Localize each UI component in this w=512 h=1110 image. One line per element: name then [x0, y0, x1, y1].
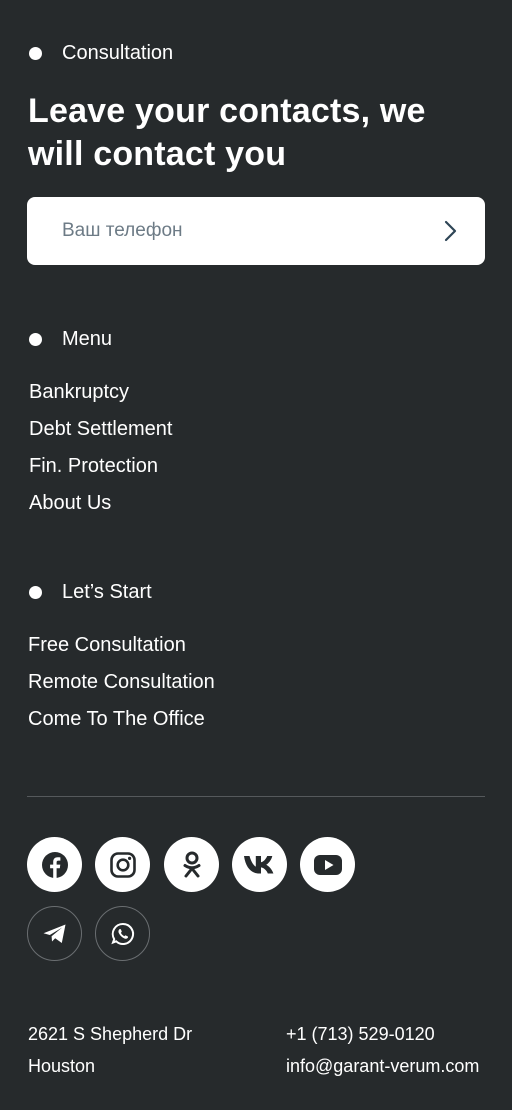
start-list: Free Consultation Remote Consultation Co…	[28, 627, 215, 738]
menu-item-bankruptcy[interactable]: Bankruptcy	[29, 374, 172, 411]
menu-section-label: Menu	[29, 328, 112, 351]
instagram-link[interactable]	[95, 837, 150, 892]
submit-chevron-right-icon[interactable]	[437, 217, 465, 245]
instagram-icon	[109, 851, 136, 878]
odnoklassniki-link[interactable]	[164, 837, 219, 892]
phone-form	[27, 197, 485, 265]
telegram-link[interactable]	[27, 906, 82, 961]
address-line-street: 2621 S Shepherd Dr	[28, 1024, 193, 1044]
vk-icon	[243, 855, 273, 873]
youtube-icon	[313, 854, 342, 875]
youtube-link[interactable]	[300, 837, 355, 892]
start-item-remote-consultation[interactable]: Remote Consultation	[28, 664, 215, 701]
vk-link[interactable]	[232, 837, 287, 892]
phone-input[interactable]	[62, 211, 437, 251]
start-item-free-consultation[interactable]: Free Consultation	[28, 627, 215, 664]
bullet-dot-icon	[29, 333, 42, 346]
footer-address: 2621 S Shepherd Dr Houston	[28, 1018, 192, 1082]
footer-phone-link[interactable]: +1 (713) 529-0120	[286, 1018, 479, 1050]
odnoklassniki-icon	[183, 851, 200, 877]
menu-list: Bankruptcy Debt Settlement Fin. Protecti…	[29, 374, 172, 522]
consultation-label: Consultation	[62, 42, 174, 64]
whatsapp-link[interactable]	[95, 906, 150, 961]
whatsapp-icon	[110, 922, 134, 945]
start-label: Let’s Start	[62, 581, 152, 603]
facebook-icon	[41, 851, 68, 878]
bullet-dot-icon	[29, 586, 42, 599]
start-item-come-to-office[interactable]: Come To The Office	[28, 701, 215, 738]
menu-label: Menu	[62, 328, 113, 350]
menu-item-fin-protection[interactable]: Fin. Protection	[29, 448, 172, 485]
menu-item-about-us[interactable]: About Us	[29, 485, 172, 522]
address-line-city: Houston	[28, 1056, 96, 1076]
footer-divider	[27, 796, 485, 797]
consultation-section-label: Consultation	[29, 42, 173, 65]
facebook-link[interactable]	[27, 837, 82, 892]
start-section-label: Let’s Start	[29, 581, 152, 604]
footer-contacts: +1 (713) 529-0120 info@garant-verum.com	[286, 1018, 479, 1082]
contact-headline: Leave your contacts, we will contact you	[28, 92, 426, 173]
menu-item-debt-settlement[interactable]: Debt Settlement	[29, 411, 172, 448]
telegram-icon	[43, 924, 65, 943]
bullet-dot-icon	[29, 47, 42, 60]
footer-email-link[interactable]: info@garant-verum.com	[286, 1050, 479, 1082]
